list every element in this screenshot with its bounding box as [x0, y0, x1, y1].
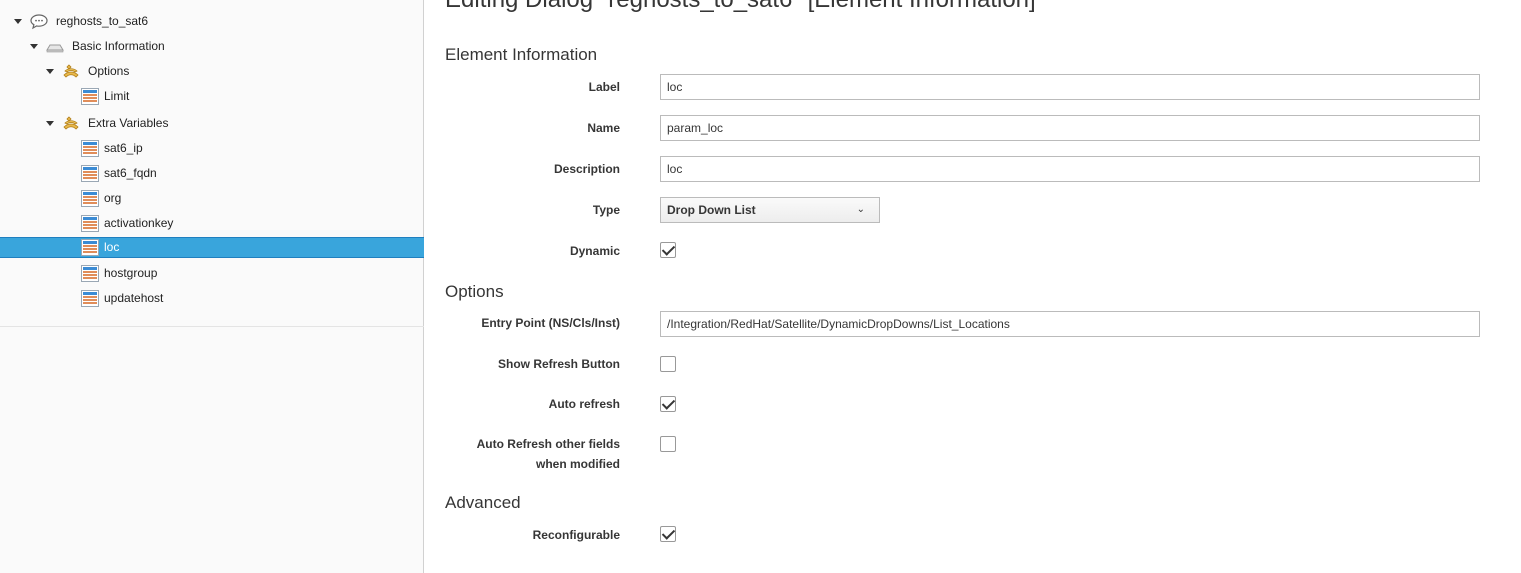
tab-icon [46, 44, 64, 53]
tree-node-label: Basic Information [72, 39, 165, 53]
dynamic-field-label: Dynamic [569, 244, 620, 258]
collapse-arrow-icon[interactable] [44, 61, 56, 82]
box-icon [63, 116, 79, 130]
tree-node-element[interactable]: hostgroup [0, 263, 424, 284]
collapse-arrow-icon[interactable] [12, 11, 24, 32]
tree-node-label: Options [88, 64, 130, 78]
tree-node-label: Extra Variables [88, 116, 169, 130]
tree-node-label: Limit [104, 89, 130, 103]
show-refresh-checkbox[interactable] [660, 356, 676, 372]
field-icon [81, 215, 99, 232]
type-field-label: Type [592, 203, 620, 217]
tree-node-label: reghosts_to_sat6 [56, 14, 149, 28]
tree-node-label: org [104, 191, 122, 205]
tree-node-label: updatehost [104, 291, 164, 305]
box-icon [63, 64, 79, 78]
dynamic-checkbox[interactable] [660, 242, 676, 258]
auto-refresh-field-label: Auto refresh [548, 397, 620, 411]
collapse-arrow-icon[interactable] [28, 36, 40, 57]
show-refresh-field-label: Show Refresh Button [498, 357, 620, 371]
tree-node-element[interactable]: sat6_fqdn [0, 163, 424, 184]
field-icon [81, 265, 99, 282]
entry-point-field-label: Entry Point (NS/Cls/Inst) [481, 316, 620, 330]
reconfigurable-checkbox[interactable] [660, 526, 676, 542]
entry-point-input[interactable]: /Integration/RedHat/Satellite/DynamicDro… [660, 311, 1480, 337]
type-select-value: Drop Down List [667, 203, 756, 217]
tree-node-box-extra[interactable]: Extra Variables [0, 113, 424, 134]
tree-node-box-options[interactable]: Options [0, 61, 424, 82]
auto-refresh-other-field-label: Auto Refresh other fields when modified [477, 434, 620, 474]
section-heading-element-information: Element Information [445, 45, 598, 64]
tree-node-label: loc [104, 240, 120, 254]
element-editor: Editing Dialog "reghosts_to_sat6" [Eleme… [425, 0, 1521, 573]
tree-node-label: sat6_ip [104, 141, 143, 155]
tree-node-label: sat6_fqdn [104, 166, 157, 180]
field-icon [81, 88, 99, 105]
section-heading-advanced: Advanced [445, 493, 521, 512]
tree-node-element[interactable]: Limit [0, 86, 424, 107]
field-icon [81, 165, 99, 182]
tree-node-label: activationkey [104, 216, 174, 230]
name-field-label: Name [587, 121, 620, 135]
tree-node-label: hostgroup [104, 266, 158, 280]
tree-node-element[interactable]: sat6_ip [0, 138, 424, 159]
label-field-label: Label [588, 80, 620, 94]
auto-refresh-other-checkbox[interactable] [660, 436, 676, 452]
reconfigurable-field-label: Reconfigurable [532, 528, 620, 542]
tree-node-element[interactable]: org [0, 188, 424, 209]
tree-node-dialog[interactable]: reghosts_to_sat6 [0, 11, 424, 32]
page-title: Editing Dialog "reghosts_to_sat6" [Eleme… [445, 0, 1036, 14]
dialog-tree-panel: reghosts_to_sat6 Basic Information Optio… [0, 0, 424, 573]
label-input[interactable]: loc [660, 74, 1480, 100]
name-input[interactable]: param_loc [660, 115, 1480, 141]
tree-node-element-selected[interactable]: loc [0, 237, 424, 258]
field-icon [81, 140, 99, 157]
description-input[interactable]: loc [660, 156, 1480, 182]
auto-refresh-checkbox[interactable] [660, 396, 676, 412]
speech-bubble-icon [30, 14, 48, 30]
field-icon [81, 290, 99, 307]
dialog-tree: reghosts_to_sat6 Basic Information Optio… [0, 0, 424, 327]
tree-node-tab[interactable]: Basic Information [0, 36, 424, 57]
field-icon [81, 239, 99, 256]
chevron-down-icon: ⌄ [856, 204, 865, 215]
auto-refresh-other-label-line-1: Auto Refresh other fields [476, 437, 620, 451]
field-icon [81, 190, 99, 207]
tree-node-element[interactable]: updatehost [0, 288, 424, 309]
description-field-label: Description [553, 162, 620, 176]
tree-node-element[interactable]: activationkey [0, 213, 424, 234]
type-select[interactable]: Drop Down List ⌄ [660, 197, 880, 223]
collapse-arrow-icon[interactable] [44, 113, 56, 134]
auto-refresh-other-label-line-2: when modified [536, 457, 620, 471]
section-heading-options: Options [445, 282, 504, 301]
